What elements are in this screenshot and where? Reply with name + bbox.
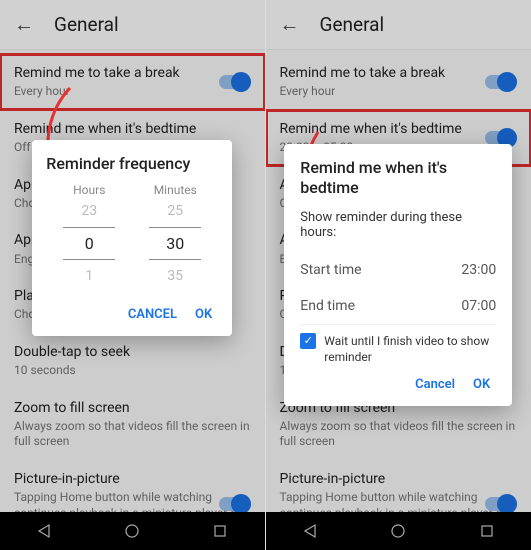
- nav-recent-icon[interactable]: [212, 523, 228, 539]
- hours-column[interactable]: Hours 23 0 1: [46, 179, 132, 299]
- cancel-button[interactable]: Cancel: [415, 377, 455, 392]
- wait-checkbox-row[interactable]: ✓ Wait until I finish video to show remi…: [300, 324, 496, 369]
- nav-back-icon[interactable]: [302, 523, 318, 539]
- ok-button[interactable]: OK: [473, 377, 490, 392]
- minutes-selected: 30: [149, 227, 201, 260]
- start-time-value: 23:00: [461, 262, 496, 278]
- android-navbar: [0, 512, 265, 550]
- checkbox-checked-icon[interactable]: ✓: [300, 333, 316, 349]
- android-navbar: [266, 512, 531, 550]
- minutes-column[interactable]: Minutes 25 30 35: [132, 179, 218, 299]
- nav-home-icon[interactable]: [390, 523, 406, 539]
- start-time-row[interactable]: Start time 23:00: [300, 252, 496, 288]
- ok-button[interactable]: OK: [195, 307, 212, 322]
- hours-selected: 0: [63, 227, 115, 260]
- nav-home-icon[interactable]: [124, 523, 140, 539]
- dialog-description: Show reminder during these hours:: [300, 210, 496, 240]
- bedtime-dialog: Remind me when it's bedtime Show reminde…: [284, 144, 512, 406]
- nav-back-icon[interactable]: [36, 523, 52, 539]
- nav-recent-icon[interactable]: [479, 523, 495, 539]
- time-picker: Hours 23 0 1 Minutes 25 30 35: [46, 179, 218, 299]
- reminder-frequency-dialog: Reminder frequency Hours 23 0 1 Minutes …: [32, 140, 232, 336]
- end-time-row[interactable]: End time 07:00: [300, 288, 496, 324]
- end-time-value: 07:00: [461, 298, 496, 314]
- dialog-title: Reminder frequency: [46, 154, 218, 173]
- dialog-title: Remind me when it's bedtime: [300, 158, 496, 198]
- cancel-button[interactable]: CANCEL: [128, 307, 177, 322]
